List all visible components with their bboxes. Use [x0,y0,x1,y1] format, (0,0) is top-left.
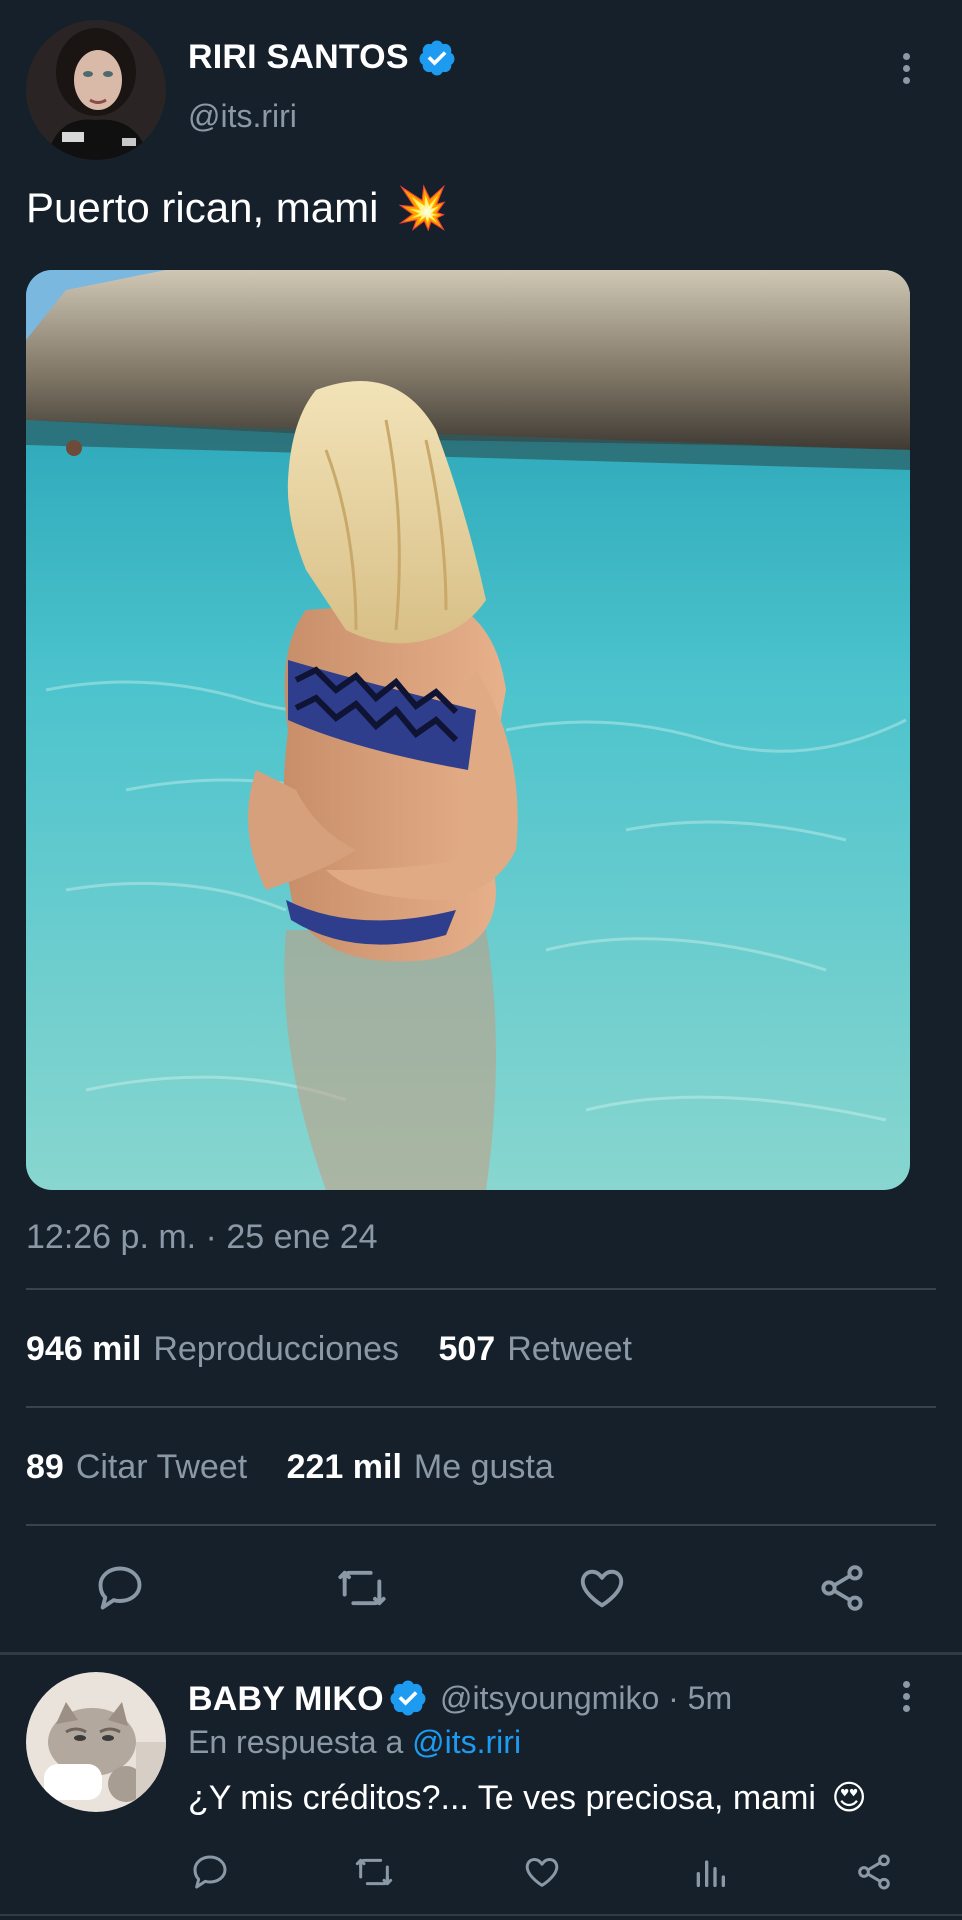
author-handle[interactable]: @its.riri [188,98,297,135]
reply-author-avatar[interactable] [26,1672,166,1812]
more-icon[interactable] [896,1678,916,1718]
retweets-label: Retweet [507,1330,632,1368]
divider [26,1524,936,1526]
views-label: Reproducciones [153,1330,400,1368]
views-count: 946 mil [26,1330,142,1368]
divider [0,1914,962,1916]
reply-author-name[interactable]: BABY MIKO [188,1680,384,1719]
tweet-body: Puerto rican, mami [26,184,379,231]
stats-row-quotes-likes: 89 Citar Tweet 221 mil Me gusta [26,1448,584,1487]
retweets-stat[interactable]: 507 Retweet [438,1330,661,1368]
tweet-timestamp[interactable]: 12:26 p. m. · 25 ene 24 [26,1218,378,1257]
share-icon[interactable] [854,1852,894,1897]
tweet-media-photo[interactable] [26,270,910,1190]
divider [26,1288,936,1290]
like-icon[interactable] [576,1562,628,1619]
reply-body: ¿Y mis créditos?... Te ves preciosa, mam… [188,1779,816,1817]
author-avatar[interactable] [26,20,166,160]
stats-row-views-retweets: 946 mil Reproducciones 507 Retweet [26,1330,662,1369]
retweets-count: 507 [438,1330,496,1368]
heart-eyes-emoji: 😍 [831,1779,867,1817]
views-icon[interactable] [690,1852,730,1897]
reply-author-handle[interactable]: @itsyoungmiko [440,1680,659,1716]
reply-text: ¿Y mis créditos?... Te ves preciosa, mam… [188,1778,867,1818]
quotes-label: Citar Tweet [75,1448,248,1486]
more-icon[interactable] [896,50,916,90]
verified-icon [417,38,457,83]
verified-icon [388,1678,428,1723]
quotes-count: 89 [26,1448,64,1486]
replying-prefix: En respuesta a [188,1724,404,1760]
retweet-icon[interactable] [334,1562,390,1619]
author-name[interactable]: RIRI SANTOS [188,38,409,77]
replying-to-line: En respuesta a @its.riri [188,1724,521,1761]
tweet-text: Puerto rican, mami 💥 [26,184,448,233]
reply-icon[interactable] [94,1562,146,1619]
likes-stat[interactable]: 221 mil Me gusta [287,1448,584,1486]
share-icon[interactable] [816,1562,868,1619]
likes-label: Me gusta [413,1448,554,1486]
reply-author-handle-time: @itsyoungmiko · 5m [440,1680,732,1717]
like-icon[interactable] [522,1852,562,1897]
reply-icon[interactable] [190,1852,230,1897]
collision-emoji: 💥 [396,184,449,231]
views-stat[interactable]: 946 mil Reproducciones [26,1330,438,1368]
reply-time: · 5m [668,1680,733,1716]
likes-count: 221 mil [286,1448,402,1486]
quotes-stat[interactable]: 89 Citar Tweet [26,1448,287,1486]
retweet-icon[interactable] [352,1852,396,1897]
section-divider [0,1652,962,1655]
divider [26,1406,936,1408]
replying-to-link[interactable]: @its.riri [412,1724,521,1760]
